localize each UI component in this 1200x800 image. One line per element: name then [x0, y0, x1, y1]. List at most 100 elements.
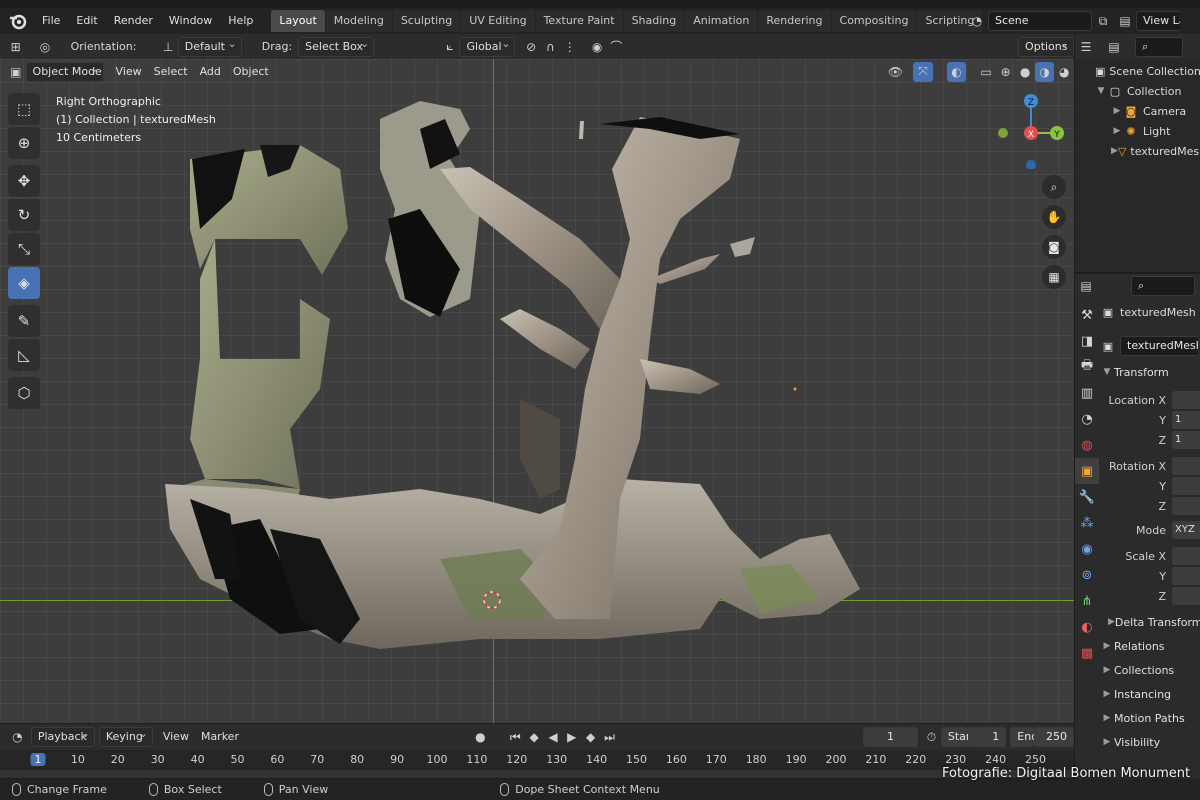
next-keyframe-icon[interactable]: ◆: [581, 727, 600, 747]
rotation-y-field[interactable]: [1172, 477, 1200, 495]
menu-render[interactable]: Render: [106, 8, 161, 34]
visibility-section[interactable]: ▶ Visibility: [1100, 730, 1200, 754]
tab-animation[interactable]: Animation: [685, 10, 758, 32]
jump-end-icon[interactable]: ⏭: [600, 727, 619, 747]
object-tab-icon[interactable]: ▣: [1075, 458, 1099, 484]
menu-file[interactable]: File: [34, 8, 68, 34]
keying-menu[interactable]: Keying: [98, 725, 153, 747]
rotation-z-field[interactable]: [1172, 497, 1200, 515]
outliner-row-textured-mesh[interactable]: ▶ ▽ texturedMesh: [1075, 141, 1200, 161]
ortho-grid-icon[interactable]: ▦: [1042, 265, 1066, 289]
expand-triangle-icon[interactable]: ▼: [1095, 86, 1107, 96]
menu-edit[interactable]: Edit: [68, 8, 105, 34]
mode-dropdown[interactable]: Object Mode: [25, 60, 104, 82]
outliner-row-camera[interactable]: ▶ ◙ Camera: [1075, 101, 1200, 121]
view-layer-field[interactable]: View Lay: [1136, 11, 1180, 31]
collapse-triangle-icon[interactable]: ▶: [1108, 617, 1115, 627]
gizmo-toggle-icon[interactable]: ⤧: [913, 61, 933, 82]
snap-target-icon[interactable]: ⋮: [560, 37, 579, 57]
rotation-x-field[interactable]: [1172, 457, 1200, 475]
menu-select[interactable]: Select: [148, 62, 194, 82]
wireframe-shading-icon[interactable]: ⊕: [996, 62, 1016, 82]
play-reverse-icon[interactable]: ◀: [544, 727, 563, 747]
scene-tab-icon[interactable]: ◔: [1075, 406, 1099, 432]
visibility-icon[interactable]: 👁: [886, 62, 906, 82]
relations-section[interactable]: ▶ Relations: [1100, 634, 1200, 658]
scale-y-field[interactable]: [1172, 567, 1200, 585]
3d-viewport[interactable]: Right Orthographic (1) Collection | text…: [0, 59, 1074, 723]
tool-tab-icon[interactable]: ⚒: [1075, 302, 1099, 328]
data-tab-icon[interactable]: ⋔: [1075, 588, 1099, 614]
move-tool-icon[interactable]: ✥: [8, 165, 40, 197]
orientation-dropdown[interactable]: Default: [177, 35, 242, 57]
menu-add[interactable]: Add: [194, 62, 227, 82]
textured-mesh-tree[interactable]: [0, 59, 1074, 723]
camera-view-icon[interactable]: ◙: [1042, 235, 1066, 259]
collapse-triangle-icon[interactable]: ▶: [1100, 713, 1114, 723]
timeline-editor-icon[interactable]: ◔: [8, 727, 27, 747]
menu-window[interactable]: Window: [161, 8, 220, 34]
properties-editor-icon[interactable]: ▤: [1075, 276, 1097, 296]
view-layer-icon[interactable]: ▤: [1114, 11, 1136, 31]
snap-magnet-icon[interactable]: ∩: [541, 37, 560, 57]
expand-triangle-icon[interactable]: ▼: [1100, 367, 1114, 377]
copy-scene-icon[interactable]: ⧉: [1092, 11, 1114, 31]
current-frame-field[interactable]: 1: [862, 727, 919, 747]
data-block-field[interactable]: texturedMesh: [1120, 336, 1198, 356]
instancing-section[interactable]: ▶ Instancing: [1100, 682, 1200, 706]
display-mode-icon[interactable]: ▤: [1103, 37, 1125, 57]
properties-search-input[interactable]: ⌕: [1131, 276, 1195, 296]
data-block-icon[interactable]: ▣: [1100, 339, 1116, 353]
delta-transform-section[interactable]: ▶ Delta Transform: [1100, 610, 1200, 634]
outliner-editor-icon[interactable]: ☰: [1075, 37, 1097, 57]
solid-shading-icon[interactable]: ●: [1015, 62, 1035, 82]
collapse-triangle-icon[interactable]: ▶: [1111, 126, 1123, 136]
add-cube-tool-icon[interactable]: ⬡: [8, 377, 40, 409]
rendered-shading-icon[interactable]: ◕: [1054, 62, 1074, 82]
play-icon[interactable]: ▶: [562, 727, 581, 747]
annotate-tool-icon[interactable]: ✎: [8, 305, 40, 337]
collections-section[interactable]: ▶ Collections: [1100, 658, 1200, 682]
outliner-row-light[interactable]: ▶ ✺ Light: [1075, 121, 1200, 141]
tab-layout[interactable]: Layout: [271, 10, 325, 32]
falloff-icon[interactable]: ⌒: [607, 37, 626, 57]
collapse-triangle-icon[interactable]: ▶: [1111, 106, 1123, 116]
collapse-triangle-icon[interactable]: ▶: [1100, 689, 1114, 699]
rotation-mode-dropdown[interactable]: XYZ: [1172, 521, 1200, 539]
playback-menu[interactable]: Playback: [30, 725, 95, 747]
overlay-toggle-icon[interactable]: ◐: [946, 61, 967, 82]
constraints-tab-icon[interactable]: ⊚: [1075, 562, 1099, 588]
select-box-tool-icon[interactable]: ⬚: [8, 93, 40, 125]
tab-uv-editing[interactable]: UV Editing: [461, 10, 535, 32]
jump-start-icon[interactable]: ⏮: [506, 727, 525, 747]
transform-tool-active-icon[interactable]: ◈: [8, 267, 40, 299]
scale-x-field[interactable]: [1172, 547, 1200, 565]
output-tab-icon[interactable]: 🖶: [1075, 354, 1099, 380]
scene-field[interactable]: Scene: [988, 11, 1092, 31]
xray-icon[interactable]: ▭: [976, 62, 996, 82]
tab-rendering[interactable]: Rendering: [758, 10, 831, 32]
marker-menu[interactable]: Marker: [195, 727, 245, 747]
pivot-point-icon[interactable]: ⊘: [521, 37, 540, 57]
particles-tab-icon[interactable]: ⁂: [1075, 510, 1099, 536]
tab-shading[interactable]: Shading: [623, 10, 685, 32]
tab-compositing[interactable]: Compositing: [831, 10, 917, 32]
start-frame-field[interactable]: 1: [968, 727, 1007, 747]
scale-tool-icon[interactable]: ⤡: [8, 233, 40, 265]
location-x-field[interactable]: [1172, 391, 1200, 409]
scale-z-field[interactable]: [1172, 587, 1200, 605]
material-shading-icon[interactable]: ◑: [1034, 61, 1055, 82]
outliner-search-input[interactable]: ⌕: [1135, 36, 1183, 57]
tab-texture-paint[interactable]: Texture Paint: [535, 10, 623, 32]
scene-icon[interactable]: ◔: [966, 11, 988, 31]
transform-space-dropdown[interactable]: Global: [459, 35, 516, 57]
stopwatch-icon[interactable]: ⏱: [922, 727, 941, 747]
motion-paths-section[interactable]: ▶ Motion Paths: [1100, 706, 1200, 730]
view-layer-tab-icon[interactable]: ▥: [1075, 380, 1099, 406]
rotate-tool-icon[interactable]: ↻: [8, 199, 40, 231]
zoom-icon[interactable]: ⌕: [1042, 175, 1066, 199]
menu-object[interactable]: Object: [227, 62, 275, 82]
transform-tool-icon[interactable]: ◎: [35, 37, 54, 57]
modifier-tab-icon[interactable]: 🔧: [1075, 484, 1099, 510]
render-tab-icon[interactable]: ◨: [1075, 328, 1099, 354]
